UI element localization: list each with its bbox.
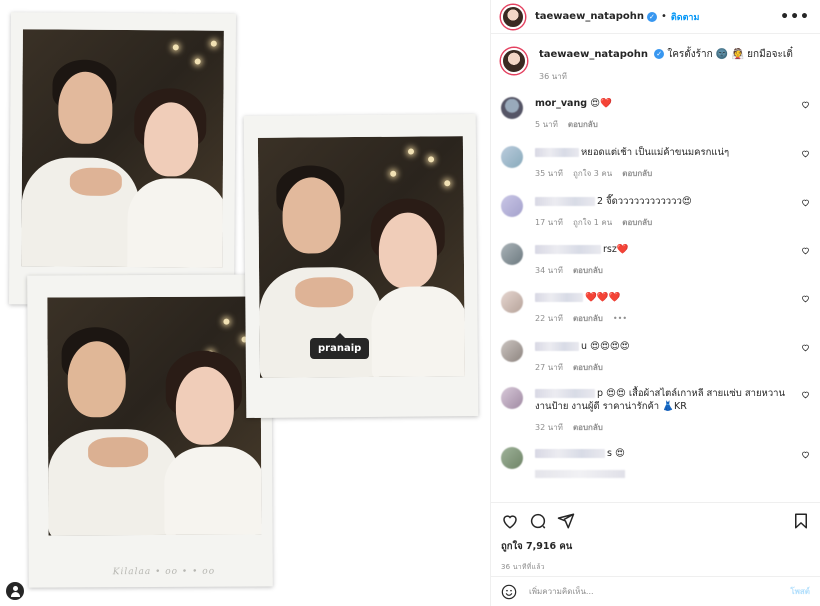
reply-button[interactable]: ตอบกลับ	[573, 363, 603, 372]
header-separator: •	[660, 11, 667, 22]
post-caption: taewaew_natapohn ✓ ใครตั้งร้าก 🌚 👰 ยกมือ…	[501, 40, 810, 83]
polaroid-photo-1	[8, 12, 237, 306]
more-options-icon[interactable]: •••	[613, 314, 627, 323]
list-item: mor_vang 😍❤️ 5 นาที ตอบกลับ	[501, 97, 810, 131]
comment-like-heart-icon[interactable]	[801, 390, 810, 399]
user-tag-icon[interactable]	[6, 582, 24, 600]
avatar[interactable]	[501, 243, 523, 265]
reply-button[interactable]: ตอบกลับ	[622, 169, 652, 178]
comment-text: หยอดแต่เช้า เป็นแม่ค้าขนมครกแน่ๆ	[581, 147, 730, 158]
avatar[interactable]	[501, 387, 523, 409]
reply-button[interactable]: ตอบกลับ	[573, 266, 603, 275]
comment-like-heart-icon[interactable]	[801, 450, 810, 459]
comment-time[interactable]: 22 นาที	[535, 314, 563, 323]
list-item: rsz❤️ 34 นาที ตอบกลับ	[501, 243, 810, 277]
blurred-username[interactable]	[535, 342, 579, 351]
comment-like-heart-icon[interactable]	[801, 100, 810, 109]
comment-text: s 😍	[607, 448, 625, 459]
reply-button[interactable]: ตอบกลับ	[568, 120, 598, 129]
blurred-username[interactable]	[535, 449, 605, 458]
comment-text: ❤️❤️❤️	[585, 292, 621, 303]
avatar[interactable]	[501, 291, 523, 313]
avatar[interactable]	[501, 340, 523, 362]
list-item: หยอดแต่เช้า เป็นแม่ค้าขนมครกแน่ๆ 35 นาที…	[501, 146, 810, 180]
comment-likes[interactable]: ถูกใจ 3 คน	[573, 169, 612, 178]
comment-input[interactable]: เพิ่มความคิดเห็น...	[529, 585, 594, 598]
user-tag-label[interactable]: pranaip	[310, 333, 370, 359]
avatar[interactable]	[501, 4, 525, 29]
blurred-username[interactable]	[535, 148, 579, 157]
share-icon[interactable]	[557, 512, 575, 530]
avatar[interactable]	[501, 195, 523, 217]
comment-like-heart-icon[interactable]	[801, 343, 810, 352]
avatar[interactable]	[501, 48, 527, 74]
list-item: 2 จี๊ดวววววววววววว😍 17 นาที ถูกใจ 1 คน ตอบ…	[501, 195, 810, 229]
comment-username[interactable]: mor_vang	[535, 98, 587, 109]
comment-text: u 😍😍😍😍	[581, 341, 630, 352]
header-username[interactable]: taewaew_natapohn	[535, 11, 644, 22]
comment-like-heart-icon[interactable]	[801, 198, 810, 207]
post-actions: ถูกใจ 7,916 คน 36 นาทีที่แล้ว	[491, 502, 820, 572]
couple-photo	[47, 296, 262, 536]
post-side-panel: taewaew_natapohn ✓ • ติดตาม ••• taewaew_…	[490, 0, 820, 606]
comment-time[interactable]: 5 นาที	[535, 120, 558, 129]
couple-photo	[21, 29, 224, 268]
polaroid-handwriting: Kilalaa • oo • • oo	[112, 566, 216, 578]
post-media[interactable]: Kilalaa • oo • • oo pranaip	[0, 0, 490, 606]
blurred-username[interactable]	[535, 389, 595, 398]
heart-icon[interactable]	[501, 512, 519, 530]
list-item: u 😍😍😍😍 27 นาที ตอบกลับ	[501, 340, 810, 374]
emoji-icon[interactable]	[501, 584, 517, 600]
comment-likes[interactable]: ถูกใจ 1 คน	[573, 218, 612, 227]
post-time[interactable]: 36 นาทีที่แล้ว	[501, 562, 810, 573]
comment-text: 😍❤️	[590, 98, 612, 109]
avatar[interactable]	[501, 97, 523, 119]
bookmark-icon[interactable]	[792, 512, 810, 530]
follow-button[interactable]: ติดตาม	[671, 10, 700, 24]
blurred-comment-row	[535, 470, 625, 478]
verified-badge-icon: ✓	[654, 49, 665, 59]
comment-text: rsz❤️	[603, 244, 629, 255]
caption-text: ใครตั้งร้าก 🌚 👰 ยกมือจะเติ๋	[667, 49, 793, 60]
post-header: taewaew_natapohn ✓ • ติดตาม •••	[491, 0, 820, 34]
like-count[interactable]: ถูกใจ 7,916 คน	[501, 539, 810, 554]
avatar[interactable]	[501, 146, 523, 168]
comment-time[interactable]: 35 นาที	[535, 169, 563, 178]
add-comment-bar: เพิ่มความคิดเห็น... โพสต์	[491, 576, 820, 606]
list-item: ❤️❤️❤️ 22 นาที ตอบกลับ •••	[501, 291, 810, 325]
comment-time[interactable]: 34 นาที	[535, 266, 563, 275]
reply-button[interactable]: ตอบกลับ	[573, 423, 603, 432]
list-item: p 😍😍 เสื้อผ้าสไตล์เกาหลี สายแซ่บ สายหวาน…	[501, 387, 810, 434]
blurred-username[interactable]	[535, 245, 601, 254]
comment-time[interactable]: 32 นาที	[535, 423, 563, 432]
comment-like-heart-icon[interactable]	[801, 294, 810, 303]
comment-like-heart-icon[interactable]	[801, 149, 810, 158]
verified-badge-icon: ✓	[646, 11, 657, 22]
comment-text: 2 จี๊ดวววววววววววว😍	[597, 196, 692, 207]
blurred-username[interactable]	[535, 197, 595, 206]
reply-button[interactable]: ตอบกลับ	[573, 314, 603, 323]
more-options-icon[interactable]: •••	[780, 9, 810, 25]
comment-icon[interactable]	[529, 512, 547, 530]
comment-like-heart-icon[interactable]	[801, 246, 810, 255]
polaroid-photo-3: Kilalaa • oo • • oo	[27, 274, 273, 588]
post-comment-button[interactable]: โพสต์	[790, 585, 810, 598]
avatar[interactable]	[501, 447, 523, 469]
list-item: s 😍	[501, 447, 810, 478]
polaroid-photo-2	[243, 113, 479, 419]
comment-time[interactable]: 17 นาที	[535, 218, 563, 227]
blurred-username[interactable]	[535, 293, 583, 302]
caption-username[interactable]: taewaew_natapohn	[539, 49, 648, 60]
comment-time[interactable]: 27 นาที	[535, 363, 563, 372]
reply-button[interactable]: ตอบกลับ	[622, 218, 652, 227]
caption-time[interactable]: 36 นาที	[539, 72, 567, 81]
